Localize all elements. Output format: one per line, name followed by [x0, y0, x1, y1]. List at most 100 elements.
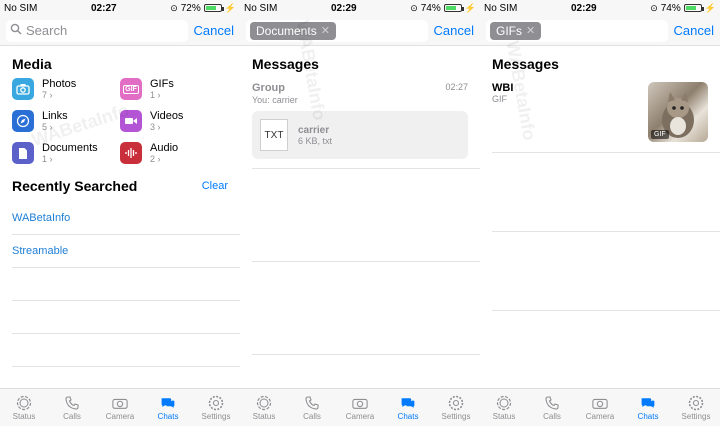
tab-camera[interactable]: Camera	[336, 389, 384, 426]
search-bar: Documents ✕ Cancel	[240, 16, 480, 46]
message-result[interactable]: Group 02:27	[240, 78, 480, 94]
tab-label: Calls	[303, 411, 321, 421]
divider	[492, 310, 720, 311]
gif-icon: GIF	[120, 78, 142, 100]
media-item-links[interactable]: Links 5 ›	[12, 110, 120, 132]
search-icon	[10, 23, 22, 38]
carrier-label: No SIM	[4, 2, 38, 14]
tab-label: Calls	[543, 411, 561, 421]
status-icon	[256, 395, 272, 411]
tab-calls[interactable]: Calls	[288, 389, 336, 426]
media-heading: Media	[12, 56, 52, 72]
search-input[interactable]: GIFs ✕	[486, 19, 668, 42]
filter-token[interactable]: GIFs ✕	[490, 21, 542, 40]
filter-token[interactable]: Documents ✕	[250, 21, 336, 40]
messages-heading: Messages	[252, 56, 319, 72]
phone-icon	[304, 395, 320, 411]
filter-token-label: GIFs	[496, 23, 522, 38]
gif-result[interactable]: WBI GIF GIF	[480, 78, 720, 142]
tab-chats[interactable]: Chats	[624, 389, 672, 426]
tab-camera[interactable]: Camera	[576, 389, 624, 426]
camera-icon	[112, 395, 128, 411]
media-item-videos[interactable]: Videos 3 ›	[120, 110, 228, 132]
document-icon	[12, 142, 34, 164]
tab-label: Settings	[441, 411, 471, 421]
charging-icon: ⚡	[464, 2, 476, 13]
divider	[492, 231, 720, 232]
recent-search-list: WABetaInfo Streamable	[0, 202, 240, 367]
document-bubble[interactable]: TXT carrier 6 KB, txt	[252, 111, 468, 159]
media-item-gifs[interactable]: GIF GIFs 1 ›	[120, 78, 228, 100]
empty-row	[12, 334, 240, 367]
tab-calls[interactable]: Calls	[48, 389, 96, 426]
tab-label: Chats	[397, 411, 419, 421]
status-icon	[16, 395, 32, 411]
media-item-photos[interactable]: Photos 7 ›	[12, 78, 120, 100]
gif-badge: GIF	[651, 130, 669, 139]
clock: 02:27	[90, 2, 117, 14]
tab-chats[interactable]: Chats	[384, 389, 432, 426]
divider	[252, 168, 480, 169]
phone-icon	[544, 395, 560, 411]
empty-row	[12, 301, 240, 334]
cancel-button[interactable]: Cancel	[674, 23, 714, 38]
messages-heading: Messages	[492, 56, 559, 72]
clear-button[interactable]: Clear	[202, 180, 228, 192]
txt-file-icon: TXT	[260, 119, 288, 151]
media-label: Links	[42, 110, 68, 122]
status-bar: No SIM 02:29 ⊙ 74% ⚡	[480, 0, 720, 16]
media-label: Photos	[42, 78, 77, 90]
document-meta: 6 KB, txt	[298, 135, 333, 146]
close-icon[interactable]: ✕	[526, 24, 535, 37]
camera-icon	[592, 395, 608, 411]
recent-search-item[interactable]: WABetaInfo	[12, 202, 240, 235]
filter-token-label: Documents	[256, 23, 317, 38]
search-bar: GIFs ✕ Cancel	[480, 16, 720, 46]
gear-icon	[448, 395, 464, 411]
camera-icon	[352, 395, 368, 411]
tab-settings[interactable]: Settings	[192, 389, 240, 426]
media-count: 1	[150, 90, 156, 100]
camera-icon	[12, 78, 34, 100]
battery-icon	[203, 4, 224, 12]
tab-status[interactable]: Status	[0, 389, 48, 426]
divider	[492, 152, 720, 153]
rotation-lock-icon: ⊙	[650, 2, 658, 13]
cancel-button[interactable]: Cancel	[194, 23, 234, 38]
gif-thumbnail[interactable]: GIF	[648, 82, 708, 142]
chats-icon	[160, 395, 176, 411]
status-icon	[496, 395, 512, 411]
recent-search-item[interactable]: Streamable	[12, 235, 240, 268]
panel-search-home: No SIM 02:27 ⊙ 72% ⚡ Search Cancel Media	[0, 0, 240, 426]
recently-searched-header: Recently Searched Clear	[0, 164, 240, 202]
media-count: 3	[150, 122, 156, 132]
media-count: 1	[42, 154, 48, 164]
media-count: 2	[150, 154, 156, 164]
tab-label: Status	[12, 411, 36, 421]
search-input[interactable]: Documents ✕	[246, 19, 428, 42]
message-preview: You: carrier	[252, 95, 298, 105]
rotation-lock-icon: ⊙	[410, 2, 418, 13]
tab-camera[interactable]: Camera	[96, 389, 144, 426]
tab-label: Settings	[681, 411, 711, 421]
battery-percent: 74%	[420, 2, 441, 14]
media-item-documents[interactable]: Documents 1 ›	[12, 142, 120, 164]
search-input[interactable]: Search	[6, 19, 188, 42]
tab-settings[interactable]: Settings	[432, 389, 480, 426]
battery-icon	[683, 4, 704, 12]
tab-label: Chats	[637, 411, 659, 421]
media-label: Documents	[42, 142, 98, 154]
tab-settings[interactable]: Settings	[672, 389, 720, 426]
carrier-label: No SIM	[244, 2, 278, 14]
clock: 02:29	[330, 2, 357, 14]
tab-status[interactable]: Status	[480, 389, 528, 426]
tab-label: Status	[492, 411, 516, 421]
media-item-audio[interactable]: Audio 2 ›	[120, 142, 228, 164]
tab-chats[interactable]: Chats	[144, 389, 192, 426]
close-icon[interactable]: ✕	[321, 24, 330, 37]
status-bar: No SIM 02:29 ⊙ 74% ⚡	[240, 0, 480, 16]
cancel-button[interactable]: Cancel	[434, 23, 474, 38]
tab-status[interactable]: Status	[240, 389, 288, 426]
tab-calls[interactable]: Calls	[528, 389, 576, 426]
recently-searched-title: Recently Searched	[12, 178, 138, 194]
